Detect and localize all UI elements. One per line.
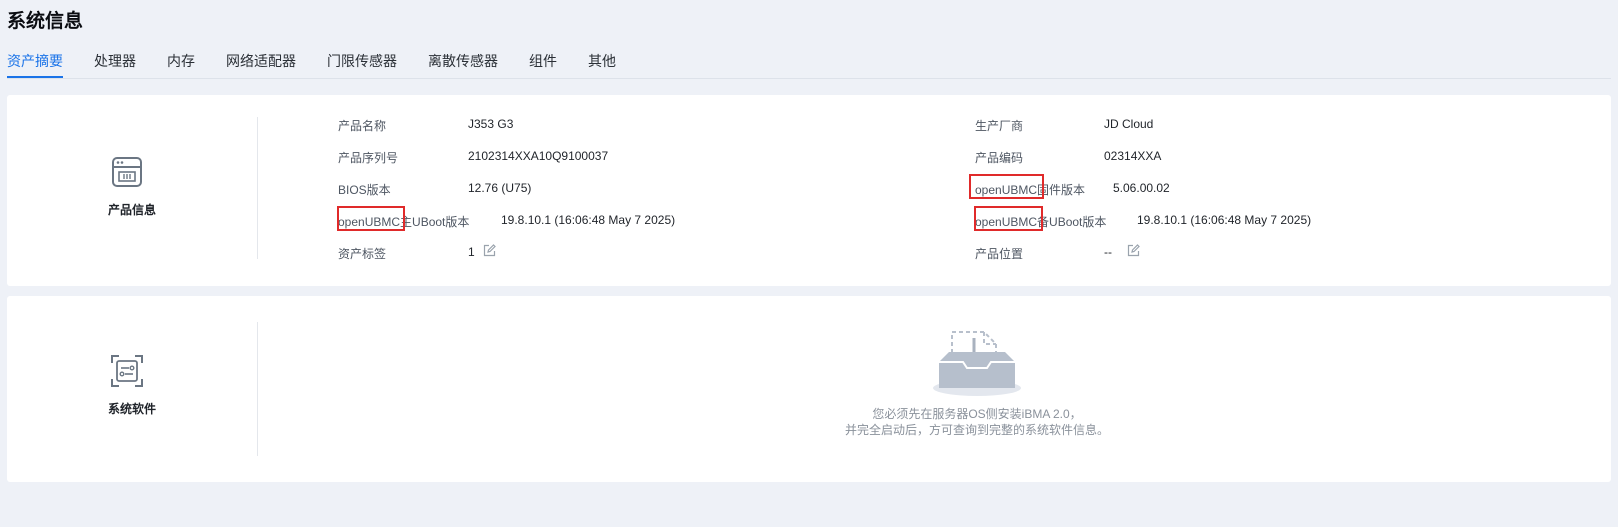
system-software-card: 系统软件 您必须先在服务器OS侧安装iBMA 2.0， 并完全启动后，方可查询到… <box>7 296 1611 482</box>
edit-asset-tag-icon[interactable] <box>483 244 496 257</box>
system-software-divider <box>257 322 258 456</box>
product-code-label: 产品编码 <box>975 151 1024 165</box>
empty-message-line1: 您必须先在服务器OS侧安装iBMA 2.0， <box>872 407 1082 421</box>
tab-asset-summary[interactable]: 资产摘要 <box>7 50 63 78</box>
product-name-label: 产品名称 <box>338 119 387 133</box>
software-icon <box>111 355 143 387</box>
firmware-version-value: 5.06.00.02 <box>1113 181 1170 195</box>
product-name-value: J353 G3 <box>468 117 514 131</box>
main-uboot-label-suffix: 主UBoot版本 <box>400 215 470 229</box>
empty-inbox-icon <box>933 331 1021 396</box>
empty-message-line2: 并完全启动后，方可查询到完整的系统软件信息。 <box>844 423 1109 437</box>
serial-number-label: 产品序列号 <box>338 151 399 165</box>
firmware-version-label-suffix: 固件版本 <box>1037 183 1086 197</box>
main-uboot-value: 19.8.10.1 (16:06:48 May 7 2025) <box>501 213 676 227</box>
highlight-box-firmware <box>969 174 1044 199</box>
bios-version-value: 12.76 (U75) <box>468 181 532 195</box>
product-location-label: 产品位置 <box>975 247 1024 261</box>
highlight-box-backup-uboot <box>974 206 1043 231</box>
system-software-title: 系统软件 <box>107 402 156 416</box>
highlight-box-main-uboot <box>337 206 405 231</box>
asset-tag-value: 1 <box>468 245 475 259</box>
tab-processor[interactable]: 处理器 <box>94 50 136 78</box>
product-info-divider <box>257 117 258 259</box>
asset-tag-label: 资产标签 <box>338 247 387 261</box>
product-info-side: 产品信息 <box>7 95 257 286</box>
product-info-title: 产品信息 <box>107 203 156 217</box>
manufacturer-value: JD Cloud <box>1104 117 1154 131</box>
page-title: 系统信息 <box>7 11 84 32</box>
serial-number-value: 2102314XXA10Q9100037 <box>468 149 609 163</box>
backup-uboot-label-suffix: 备UBoot版本 <box>1037 215 1107 229</box>
edit-product-location-icon[interactable] <box>1127 244 1140 257</box>
manufacturer-label: 生产厂商 <box>975 119 1024 133</box>
product-location-value: -- <box>1104 245 1112 259</box>
tab-others[interactable]: 其他 <box>588 50 616 78</box>
tab-components[interactable]: 组件 <box>529 50 557 78</box>
product-code-value: 02314XXA <box>1104 149 1162 163</box>
backup-uboot-value: 19.8.10.1 (16:06:48 May 7 2025) <box>1137 213 1312 227</box>
tab-bar: 资产摘要 处理器 内存 网络适配器 门限传感器 离散传感器 组件 其他 <box>7 50 1611 79</box>
product-info-card: 产品信息 产品名称 J353 G3 产品序列号 2102314XXA10Q910… <box>7 95 1611 286</box>
tab-network-adapter[interactable]: 网络适配器 <box>226 50 296 78</box>
tab-threshold-sensor[interactable]: 门限传感器 <box>327 50 397 78</box>
bios-version-label: BIOS版本 <box>338 183 391 197</box>
tab-memory[interactable]: 内存 <box>167 50 195 78</box>
tab-discrete-sensor[interactable]: 离散传感器 <box>428 50 498 78</box>
system-software-side: 系统软件 <box>7 296 257 482</box>
server-icon <box>112 157 142 187</box>
